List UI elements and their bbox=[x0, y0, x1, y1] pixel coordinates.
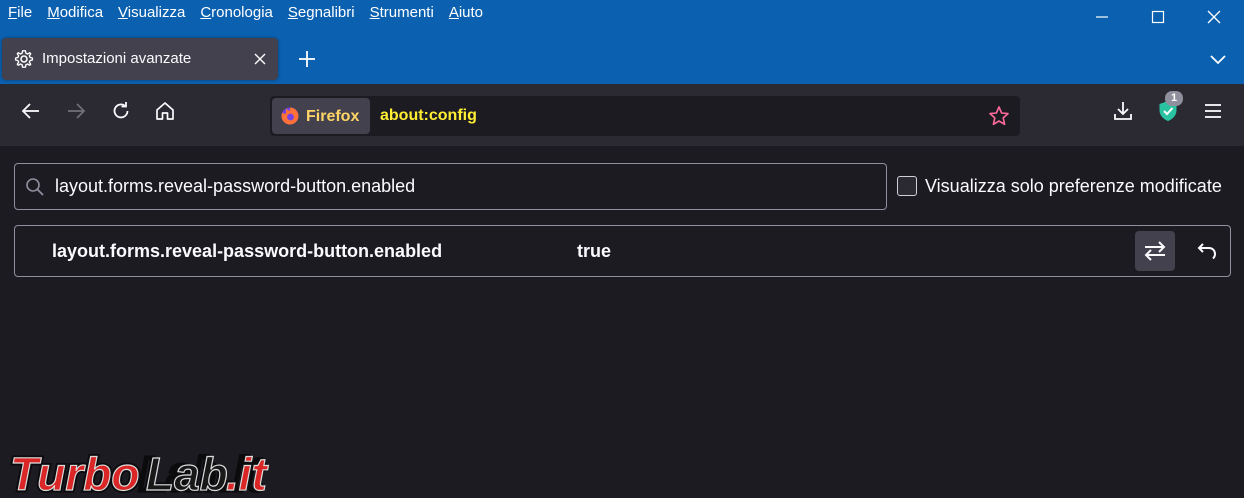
forward-button[interactable] bbox=[61, 96, 91, 126]
toggle-arrows-icon bbox=[1144, 241, 1166, 261]
close-window-button[interactable] bbox=[1190, 0, 1238, 34]
downloads-button[interactable] bbox=[1107, 96, 1139, 126]
url-text[interactable]: about:config bbox=[380, 107, 477, 125]
menu-file[interactable]: File bbox=[0, 1, 39, 25]
hamburger-menu-icon bbox=[1205, 104, 1221, 118]
menu-strumenti[interactable]: Strumenti bbox=[362, 1, 441, 25]
menu-modifica[interactable]: Modifica bbox=[39, 1, 110, 25]
reload-icon bbox=[113, 102, 129, 119]
firefox-logo-icon bbox=[281, 107, 299, 125]
identity-label: Firefox bbox=[306, 108, 360, 125]
close-tab-icon[interactable] bbox=[251, 50, 269, 68]
menu-button[interactable] bbox=[1197, 96, 1229, 126]
back-arrow-icon bbox=[21, 103, 39, 119]
new-tab-icon[interactable] bbox=[296, 48, 318, 70]
back-button[interactable] bbox=[16, 96, 46, 126]
gear-icon bbox=[14, 50, 34, 68]
svg-text:Lab: Lab bbox=[146, 448, 228, 498]
reload-button[interactable] bbox=[106, 96, 136, 126]
shield-badge: 1 bbox=[1165, 91, 1183, 106]
menu-bar: File Modifica Visualizza Cronologia Segn… bbox=[0, 0, 490, 26]
svg-text:Turbo: Turbo bbox=[10, 448, 139, 498]
home-icon bbox=[156, 102, 174, 120]
toggle-button[interactable] bbox=[1135, 231, 1175, 271]
preference-name: layout.forms.reveal-password-button.enab… bbox=[52, 241, 443, 261]
turbolab-watermark-logo: TurboLab.it Turbo Lab .it bbox=[8, 446, 270, 498]
maximize-button[interactable] bbox=[1134, 0, 1182, 34]
menu-aiuto[interactable]: Aiuto bbox=[441, 1, 490, 25]
modified-only-label[interactable]: Visualizza solo preferenze modificate bbox=[925, 176, 1222, 197]
search-field[interactable] bbox=[14, 163, 887, 210]
preference-row: layout.forms.reveal-password-button.enab… bbox=[14, 225, 1231, 277]
search-icon bbox=[26, 178, 44, 196]
undo-icon bbox=[1197, 243, 1217, 260]
minimize-icon bbox=[1096, 16, 1108, 18]
tab-strip: Impostazioni avanzate bbox=[0, 36, 1244, 84]
navigation-bar: Firefox about:config bbox=[0, 84, 1244, 146]
menu-visualizza[interactable]: Visualizza bbox=[110, 1, 192, 25]
minimize-button[interactable] bbox=[1078, 0, 1126, 34]
chevron-down-icon[interactable] bbox=[1206, 48, 1230, 70]
reset-button[interactable] bbox=[1187, 231, 1227, 271]
tab-impostazioni-avanzate[interactable]: Impostazioni avanzate bbox=[2, 38, 278, 80]
identity-box[interactable]: Firefox bbox=[272, 98, 370, 134]
download-icon bbox=[1114, 102, 1132, 120]
title-bar: File Modifica Visualizza Cronologia Segn… bbox=[0, 0, 1244, 36]
menu-cronologia[interactable]: Cronologia bbox=[192, 1, 280, 25]
search-input[interactable] bbox=[55, 164, 875, 209]
star-icon[interactable] bbox=[988, 105, 1010, 127]
forward-arrow-icon bbox=[68, 103, 86, 119]
svg-text:.it: .it bbox=[226, 448, 269, 498]
close-icon bbox=[1207, 10, 1221, 24]
tab-title: Impostazioni avanzate bbox=[42, 50, 192, 67]
url-bar[interactable]: Firefox about:config bbox=[270, 96, 1020, 136]
preference-value: true bbox=[577, 241, 612, 261]
maximize-icon bbox=[1151, 10, 1165, 24]
menu-segnalibri[interactable]: Segnalibri bbox=[280, 1, 362, 25]
modified-only-checkbox[interactable] bbox=[897, 176, 917, 196]
home-button[interactable] bbox=[150, 96, 180, 126]
